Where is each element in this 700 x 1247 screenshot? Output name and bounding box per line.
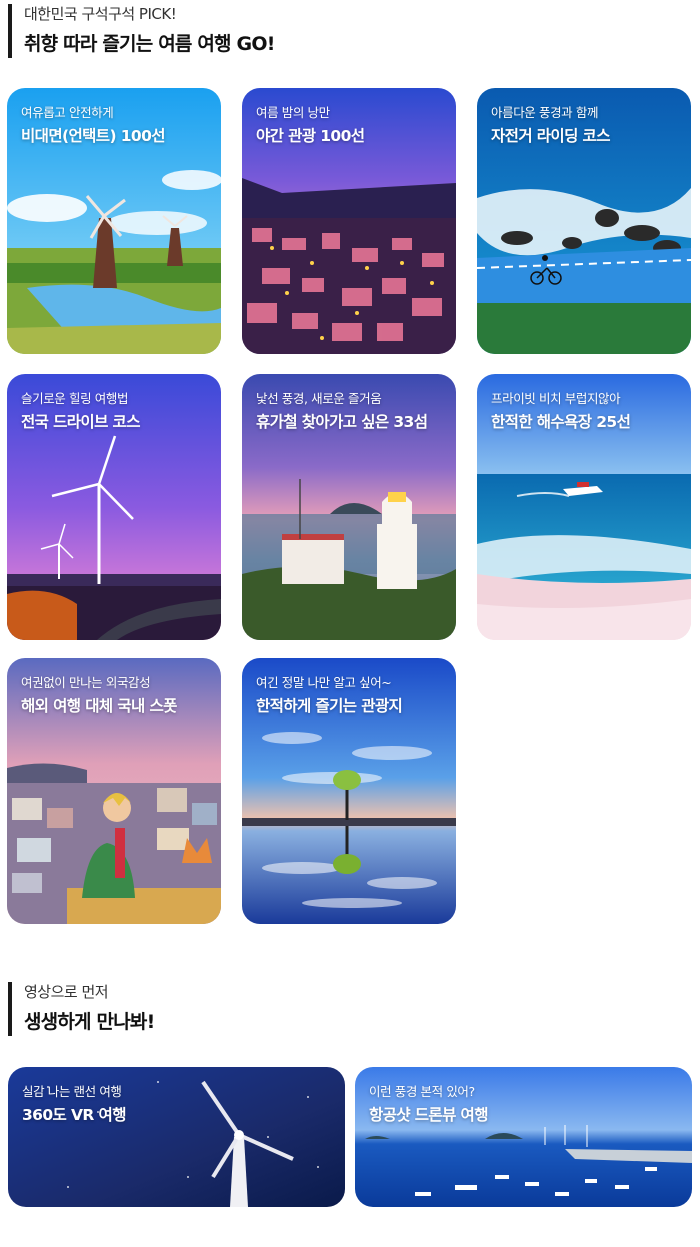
card-caption: 여유롭고 안전하게 비대면(언택트) 100선 xyxy=(21,104,166,148)
video-title: 360도 VR 여행 xyxy=(22,1106,126,1124)
card-domestic-overseas-spot[interactable]: 여권없이 만나는 외국감성 해외 여행 대체 국내 스폿 xyxy=(7,658,221,924)
card-untact-100[interactable]: 여유롭고 안전하게 비대면(언택트) 100선 xyxy=(7,88,221,354)
card-caption: 여권없이 만나는 외국감성 해외 여행 대체 국내 스폿 xyxy=(21,674,177,718)
section-subtitle: 대한민국 구석구석 PICK! xyxy=(24,5,177,23)
card-caption: 아름다운 풍경과 함께 자전거 라이딩 코스 xyxy=(491,104,610,148)
card-quiet-beach-25[interactable]: 프라이빗 비치 부럽지않아 한적한 해수욕장 25선 xyxy=(477,374,691,640)
card-subtitle: 슬기로운 힐링 여행법 xyxy=(21,391,129,406)
card-title: 휴가철 찾아가고 싶은 33섬 xyxy=(256,413,428,431)
card-bicycle-riding[interactable]: 아름다운 풍경과 함께 자전거 라이딩 코스 xyxy=(477,88,691,354)
card-title: 야간 관광 100선 xyxy=(256,127,365,145)
video-subtitle: 실감 나는 랜선 여행 xyxy=(22,1084,122,1099)
card-title: 해외 여행 대체 국내 스폿 xyxy=(21,697,177,715)
card-title: 전국 드라이브 코스 xyxy=(21,413,140,431)
card-drive-course[interactable]: 슬기로운 힐링 여행법 전국 드라이브 코스 xyxy=(7,374,221,640)
video-title: 항공샷 드론뷰 여행 xyxy=(369,1106,488,1124)
section-title: 생생하게 만나봐! xyxy=(24,1011,155,1033)
card-subtitle: 여유롭고 안전하게 xyxy=(21,105,114,120)
card-subtitle: 프라이빗 비치 부럽지않아 xyxy=(491,391,621,406)
video-caption: 이런 풍경 본적 있어? 항공샷 드론뷰 여행 xyxy=(369,1083,488,1127)
card-title: 비대면(언택트) 100선 xyxy=(21,127,166,145)
video-subtitle: 이런 풍경 본적 있어? xyxy=(369,1084,475,1099)
section-title: 취향 따라 즐기는 여름 여행 GO! xyxy=(24,33,275,55)
card-title: 한적하게 즐기는 관광지 xyxy=(256,697,403,715)
card-caption: 여름 밤의 낭만 야간 관광 100선 xyxy=(256,104,365,148)
video-card-drone[interactable]: 이런 풍경 본적 있어? 항공샷 드론뷰 여행 xyxy=(355,1067,692,1207)
section-header-summer-pick: 대한민국 구석구석 PICK! 취향 따라 즐기는 여름 여행 GO! xyxy=(8,4,275,58)
card-caption: 여긴 정말 나만 알고 싶어~ 한적하게 즐기는 관광지 xyxy=(256,674,403,718)
card-33-islands[interactable]: 낯선 풍경, 새로운 즐거움 휴가철 찾아가고 싶은 33섬 xyxy=(242,374,456,640)
card-subtitle: 여긴 정말 나만 알고 싶어~ xyxy=(256,675,392,690)
card-caption: 슬기로운 힐링 여행법 전국 드라이브 코스 xyxy=(21,390,140,434)
card-subtitle: 여름 밤의 낭만 xyxy=(256,105,330,120)
card-title: 자전거 라이딩 코스 xyxy=(491,127,610,145)
card-night-tour-100[interactable]: 여름 밤의 낭만 야간 관광 100선 xyxy=(242,88,456,354)
section-subtitle: 영상으로 먼저 xyxy=(24,983,109,1001)
card-subtitle: 여권없이 만나는 외국감성 xyxy=(21,675,151,690)
card-subtitle: 아름다운 풍경과 함께 xyxy=(491,105,599,120)
card-title: 한적한 해수욕장 25선 xyxy=(491,413,631,431)
card-quiet-attractions[interactable]: 여긴 정말 나만 알고 싶어~ 한적하게 즐기는 관광지 xyxy=(242,658,456,924)
card-caption: 낯선 풍경, 새로운 즐거움 휴가철 찾아가고 싶은 33섬 xyxy=(256,390,428,434)
card-subtitle: 낯선 풍경, 새로운 즐거움 xyxy=(256,391,382,406)
section-header-video: 영상으로 먼저 생생하게 만나봐! xyxy=(8,982,155,1036)
video-caption: 실감 나는 랜선 여행 360도 VR 여행 xyxy=(22,1083,126,1127)
card-caption: 프라이빗 비치 부럽지않아 한적한 해수욕장 25선 xyxy=(491,390,631,434)
video-card-vr[interactable]: 실감 나는 랜선 여행 360도 VR 여행 xyxy=(8,1067,345,1207)
